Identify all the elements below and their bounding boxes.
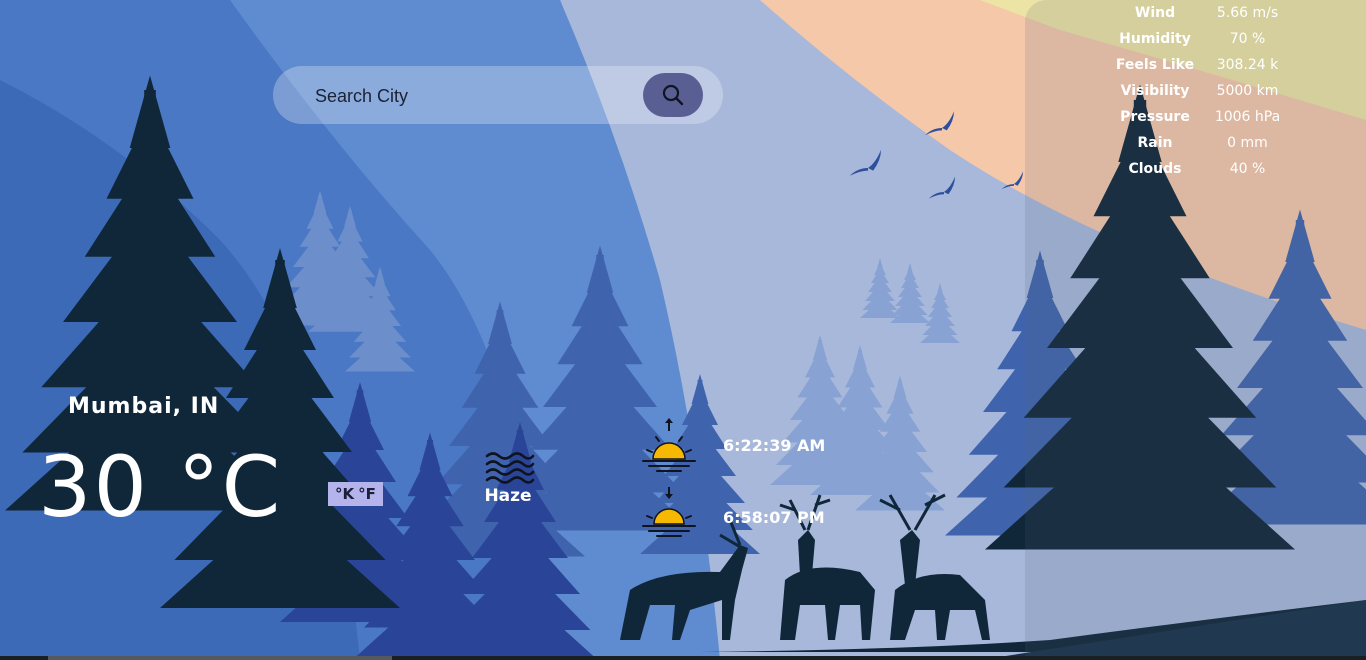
search-icon [662, 84, 684, 106]
detail-row-feels-like: Feels Like 308.24 k [1025, 57, 1366, 79]
city-label: Mumbai, [68, 394, 182, 419]
detail-value: 70 % [1229, 31, 1266, 47]
weather-details-panel: Wind 5.66 m/s Humidity 70 % Feels Like 3… [1025, 0, 1366, 660]
detail-row-humidity: Humidity 70 % [1025, 31, 1366, 53]
city-name: Mumbai, IN [68, 394, 219, 419]
search-button[interactable] [643, 73, 703, 117]
detail-value: 0 mm [1227, 135, 1268, 151]
condition-label: Haze [484, 486, 532, 506]
country-code: IN [190, 394, 220, 419]
fahrenheit-unit-button[interactable]: °F [356, 485, 378, 503]
detail-row-rain: Rain 0 mm [1025, 135, 1366, 157]
search-bar [273, 66, 723, 124]
sunrise-time: 6:22:39 AM [723, 436, 826, 455]
unit-toggle: °K °F [328, 482, 383, 506]
sunset-time: 6:58:07 PM [723, 508, 825, 527]
haze-icon [485, 452, 535, 484]
horizontal-scrollbar[interactable] [0, 656, 1366, 660]
detail-row-visibility: Visibility 5000 km [1025, 83, 1366, 105]
detail-value: 5000 km [1216, 83, 1279, 99]
detail-value: 1006 hPa [1214, 109, 1281, 125]
detail-row-clouds: Clouds 40 % [1025, 161, 1366, 183]
detail-value: 308.24 k [1216, 57, 1279, 73]
temperature-value: 30 °C [38, 438, 283, 536]
sunset-icon [642, 487, 696, 537]
detail-value: 40 % [1229, 161, 1266, 177]
detail-value: 5.66 m/s [1216, 5, 1279, 21]
scrollbar-thumb[interactable] [48, 656, 392, 660]
kelvin-unit-button[interactable]: °K [333, 485, 356, 503]
detail-row-pressure: Pressure 1006 hPa [1025, 109, 1366, 131]
detail-row-wind: Wind 5.66 m/s [1025, 5, 1366, 27]
search-input[interactable] [313, 80, 637, 112]
sunrise-icon [642, 418, 696, 472]
